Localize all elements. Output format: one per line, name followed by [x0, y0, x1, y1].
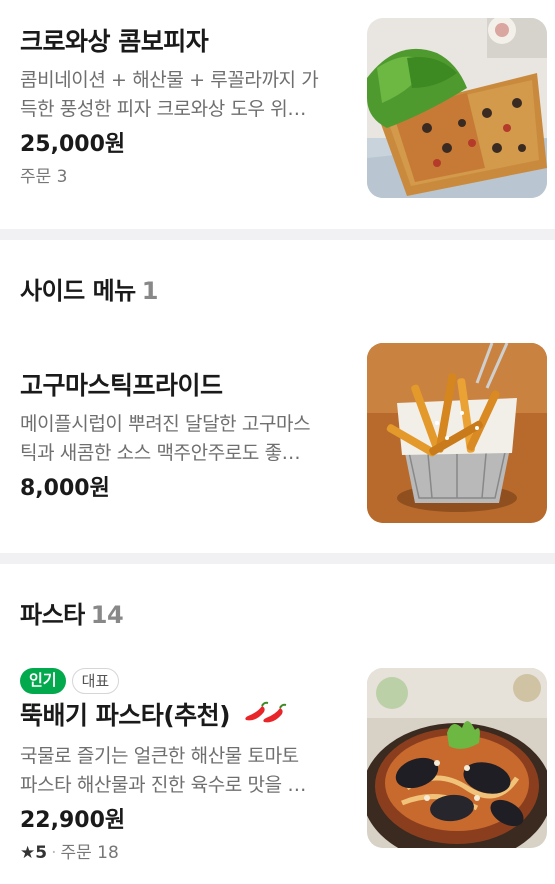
menu-item-name: 고구마스틱프라이드 [20, 371, 223, 400]
menu-item-description: 콤비네이션 + 해산물 + 루꼴라까지 가 득한 풍성한 피자 크로와상 도우 … [20, 66, 338, 124]
description-line: 메이플시럽이 뿌려진 달달한 고구마스 [20, 413, 311, 435]
section-divider [0, 229, 555, 240]
menu-item-text: 크로와상 콤보피자 콤비네이션 + 해산물 + 루꼴라까지 가 득한 풍성한 피… [20, 26, 345, 190]
chili-pepper-icon [242, 700, 290, 734]
menu-item-croissant-pizza[interactable]: 크로와상 콤보피자 콤비네이션 + 해산물 + 루꼴라까지 가 득한 풍성한 피… [0, 0, 555, 226]
menu-item-ttukbaegi-pasta[interactable]: 인기 대표 뚝배기 파스타(추천) 국물로 즐기는 얼큰한 해산물 토마토 파스… [0, 655, 555, 884]
menu-item-price: 25,000원 [20, 132, 126, 157]
menu-item-price: 8,000원 [20, 476, 110, 501]
description-line: 국물로 즐기는 얼큰한 해산물 토마토 [20, 745, 299, 767]
section-count: 1 [141, 277, 159, 305]
description-line: 콤비네이션 + 해산물 + 루꼴라까지 가 [20, 69, 319, 91]
menu-item-order-count: 주문 3 [20, 167, 68, 187]
menu-item-description: 메이플시럽이 뿌려진 달달한 고구마스 틱과 새콤한 소스 맥주안주로도 좋… [20, 410, 338, 468]
menu-list: 크로와상 콤보피자 콤비네이션 + 해산물 + 루꼴라까지 가 득한 풍성한 피… [0, 0, 555, 884]
section-title: 파스타 [20, 601, 85, 629]
menu-item-name: 뚝배기 파스타(추천) [20, 701, 231, 730]
signature-badge: 대표 [71, 668, 120, 694]
section-divider [0, 553, 555, 564]
menu-item-description: 국물로 즐기는 얼큰한 해산물 토마토 파스타 해산물과 진한 육수로 맛을 … [20, 742, 338, 800]
section-count: 14 [90, 601, 124, 629]
section-header-side-menu: 사이드 메뉴 1 [20, 271, 158, 306]
menu-item-photo[interactable] [367, 343, 547, 523]
popular-badge: 인기 [20, 668, 66, 694]
star-icon: ★ [20, 843, 36, 863]
section-title: 사이드 메뉴 [20, 277, 136, 305]
pizza-photo [367, 18, 547, 198]
description-line: 파스타 해산물과 진한 육수로 맛을 … [20, 774, 306, 796]
menu-item-order-count: 주문 18 [60, 843, 119, 863]
menu-item-text: 인기 대표 뚝배기 파스타(추천) 국물로 즐기는 얼큰한 해산물 토마토 파스… [20, 668, 345, 866]
menu-item-badges: 인기 대표 [20, 668, 345, 694]
menu-item-name: 크로와상 콤보피자 [20, 27, 209, 56]
fries-photo [367, 343, 547, 523]
menu-item-sweet-potato-fries[interactable]: 고구마스틱프라이드 메이플시럽이 뿌려진 달달한 고구마스 틱과 새콤한 소스 … [0, 330, 555, 550]
description-line: 틱과 새콤한 소스 맥주안주로도 좋… [20, 442, 301, 464]
menu-item-photo[interactable] [367, 668, 547, 848]
section-header-pasta: 파스타 14 [20, 595, 124, 630]
menu-item-text: 고구마스틱프라이드 메이플시럽이 뿌려진 달달한 고구마스 틱과 새콤한 소스 … [20, 370, 345, 504]
pasta-photo [367, 668, 547, 848]
description-line: 득한 풍성한 피자 크로와상 도우 위… [20, 98, 306, 120]
meta-separator: · [51, 843, 57, 863]
menu-item-photo[interactable] [367, 18, 547, 198]
menu-item-rating: 5 [35, 843, 48, 863]
menu-item-meta: ★5 · 주문 18 [20, 840, 345, 866]
menu-item-price: 22,900원 [20, 808, 126, 833]
menu-item-name-row: 뚝배기 파스타(추천) [20, 700, 345, 734]
